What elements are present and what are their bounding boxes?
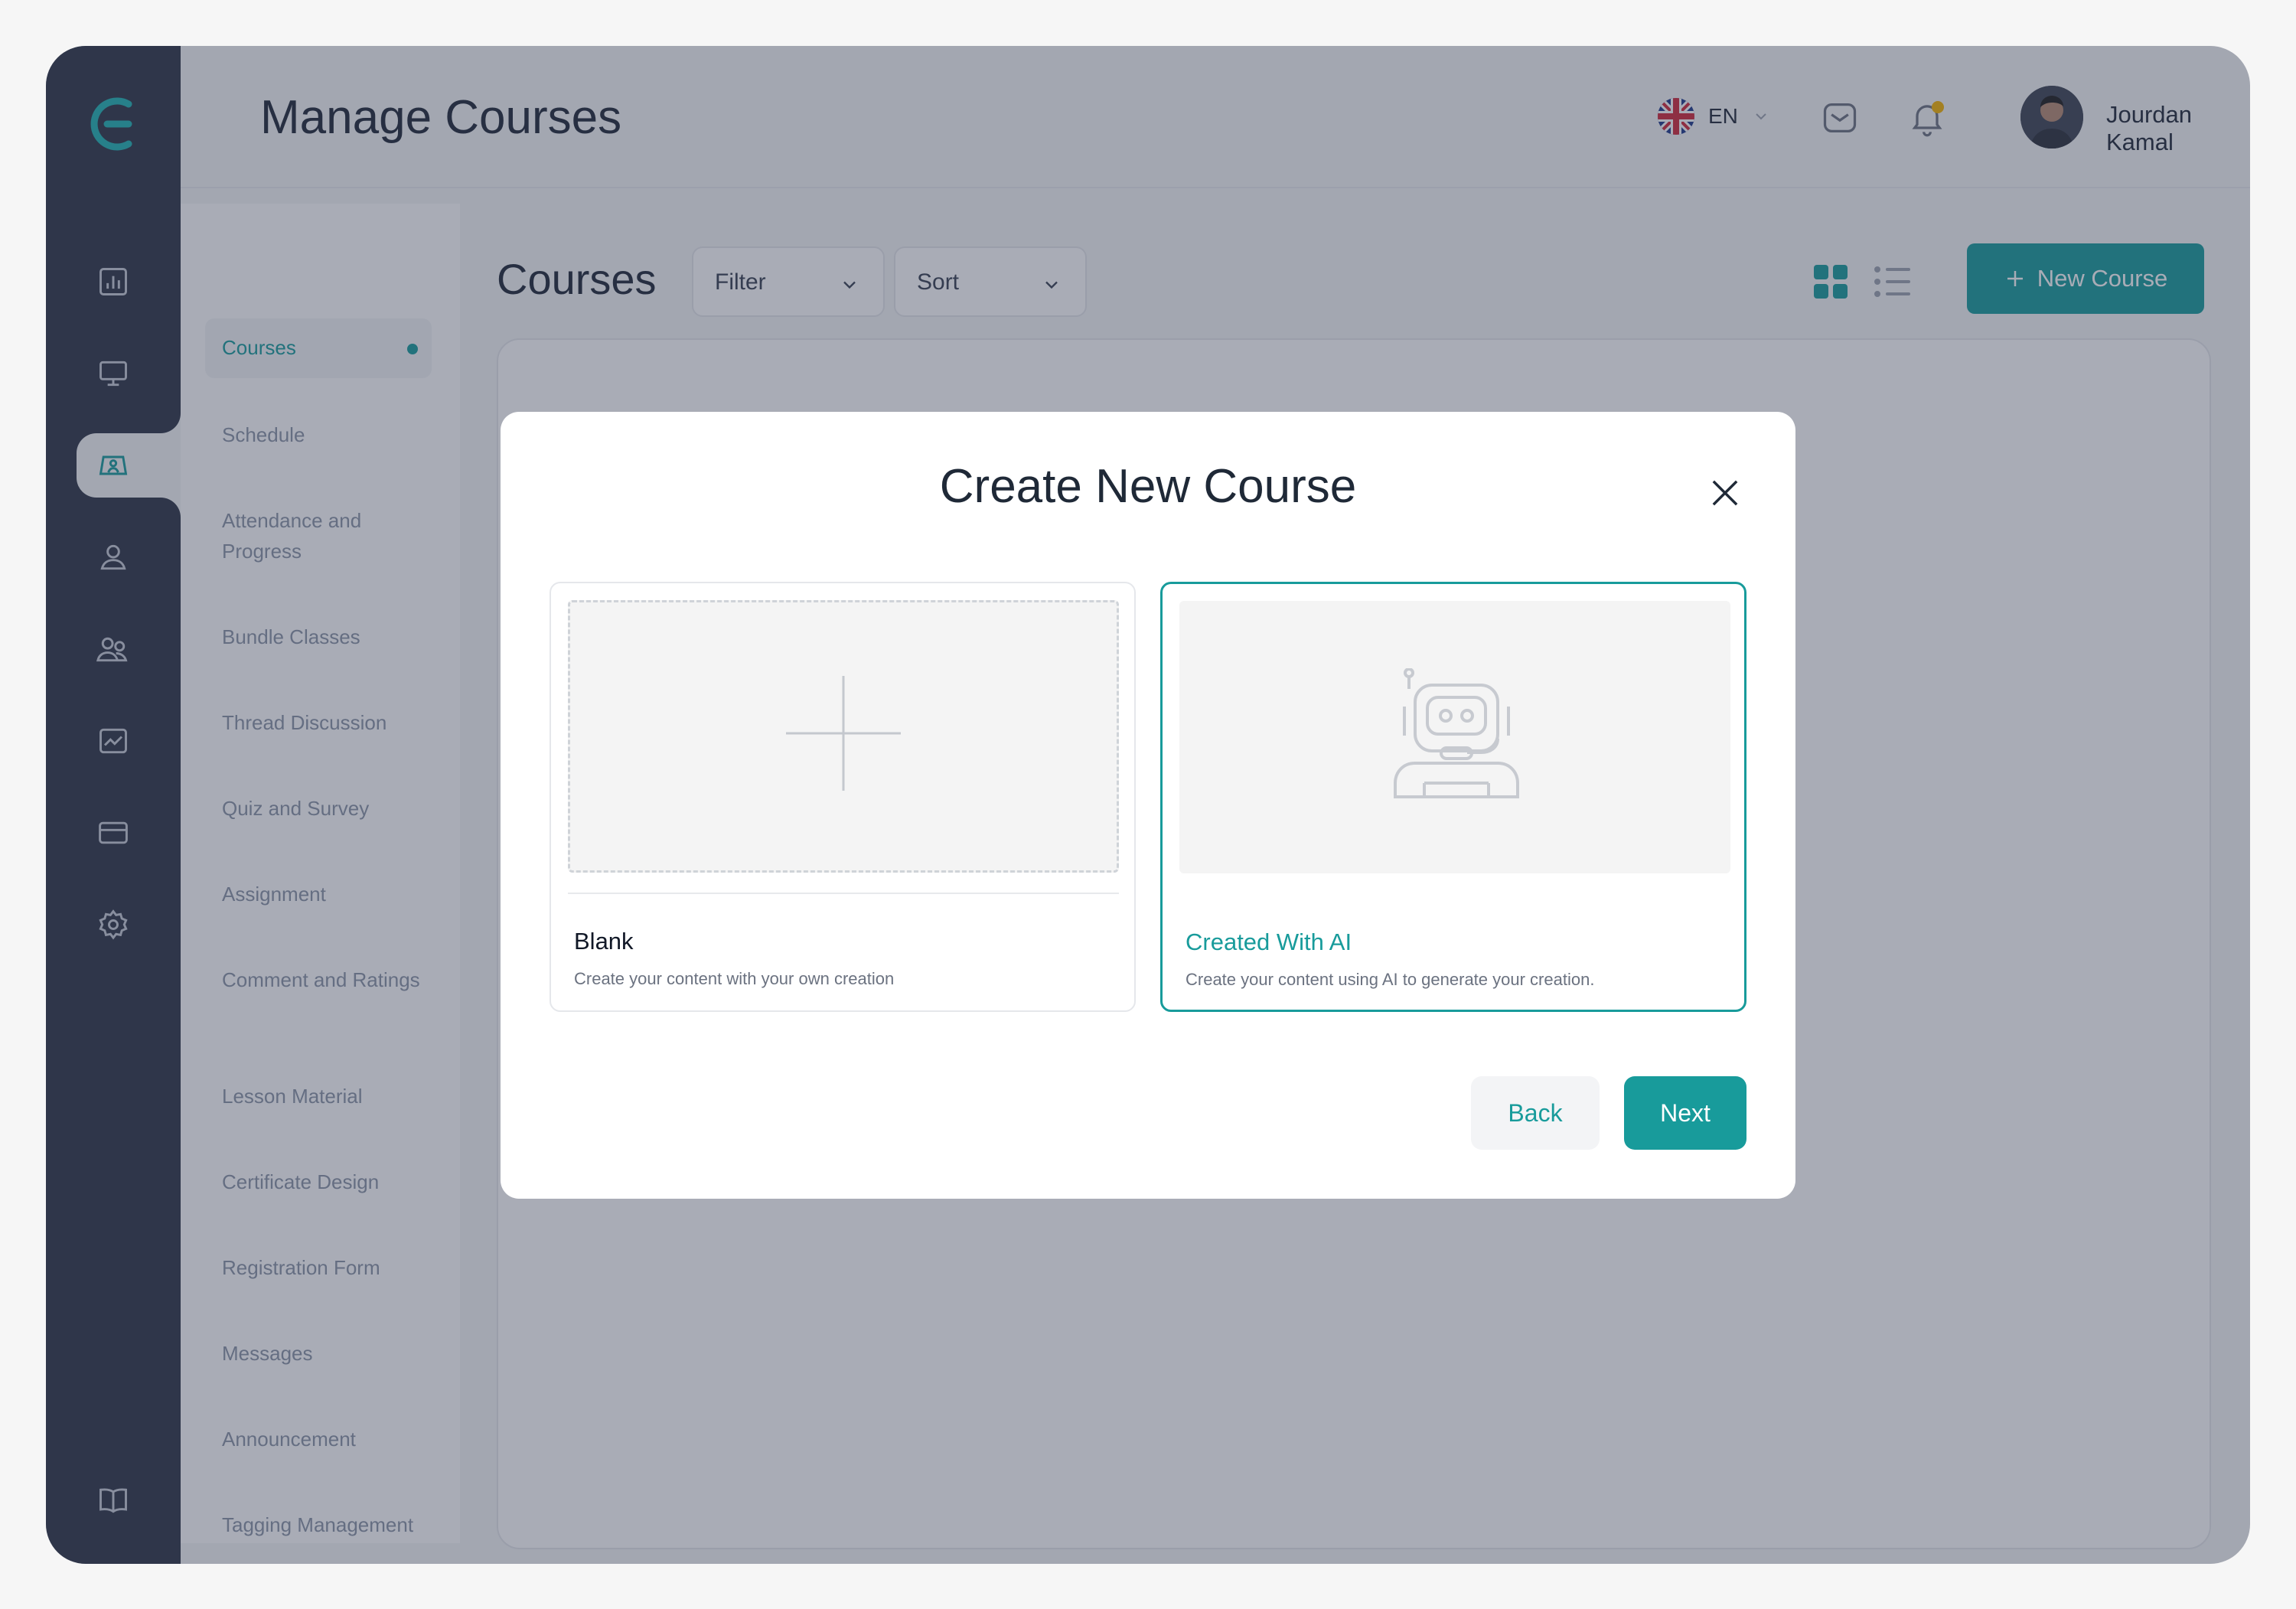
back-button[interactable]: Back [1471, 1076, 1600, 1150]
option-description: Create your content using AI to generate… [1186, 970, 1595, 989]
option-card-ai[interactable]: Created With AI Create your content usin… [1160, 582, 1746, 1012]
plus-icon [786, 676, 901, 791]
option-title: Blank [574, 928, 634, 955]
option-title: Created With AI [1186, 929, 1352, 955]
card-divider [568, 893, 1119, 894]
create-course-modal: Create New Course Blank Create your cont… [501, 412, 1795, 1199]
blank-preview [568, 600, 1119, 873]
modal-title: Create New Course [939, 460, 1357, 513]
option-description: Create your content with your own creati… [574, 969, 895, 988]
robot-icon [1394, 668, 1519, 798]
close-icon[interactable] [1705, 473, 1745, 513]
ai-preview [1179, 601, 1730, 873]
app-window: Manage Courses EN Jourdan Kamal Courses … [46, 46, 2250, 1564]
option-card-blank[interactable]: Blank Create your content with your own … [550, 582, 1136, 1012]
next-button[interactable]: Next [1624, 1076, 1746, 1150]
